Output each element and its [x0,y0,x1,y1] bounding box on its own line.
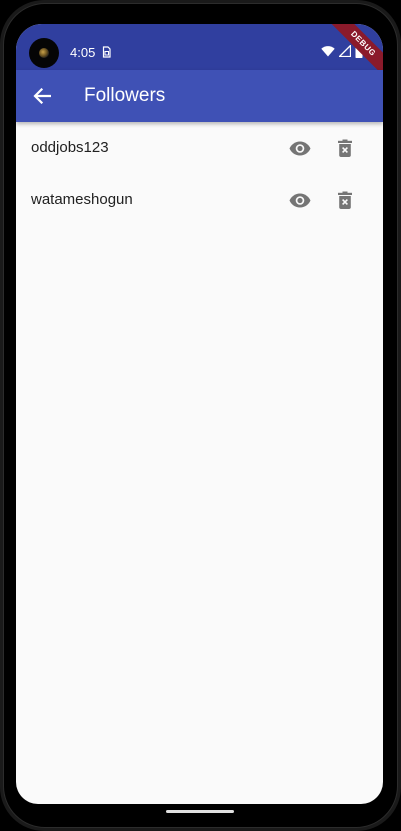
arrow-back-icon [33,88,51,104]
list-item: oddjobs123 [16,122,383,174]
cellular-signal-icon [339,45,351,57]
home-indicator[interactable] [166,810,234,813]
status-bar: 4:05 DEBUG [16,24,383,83]
delete-follower-button[interactable] [333,135,357,161]
delete-follower-button[interactable] [333,187,357,213]
view-follower-button[interactable] [287,188,313,212]
followers-list: oddjobs123 watameshogun [16,122,383,226]
back-button[interactable] [28,82,56,110]
follower-username: watameshogun [31,191,133,208]
view-follower-button[interactable] [287,136,313,160]
status-time: 4:05 [70,45,96,60]
follower-username: oddjobs123 [31,139,109,156]
eye-icon [289,193,311,207]
eye-icon [289,141,311,155]
app-screen: 4:05 DEBUG Followers oddjobs123 watamesh… [16,24,383,804]
app-bar: Followers [16,70,383,122]
delete-forever-icon [338,191,352,209]
delete-forever-icon [338,139,352,157]
wifi-icon [321,46,335,57]
front-camera [29,38,59,68]
list-item: watameshogun [16,174,383,226]
sim-card-icon [102,46,111,58]
page-title: Followers [84,85,166,106]
phone-frame: 4:05 DEBUG Followers oddjobs123 watamesh… [0,0,401,831]
